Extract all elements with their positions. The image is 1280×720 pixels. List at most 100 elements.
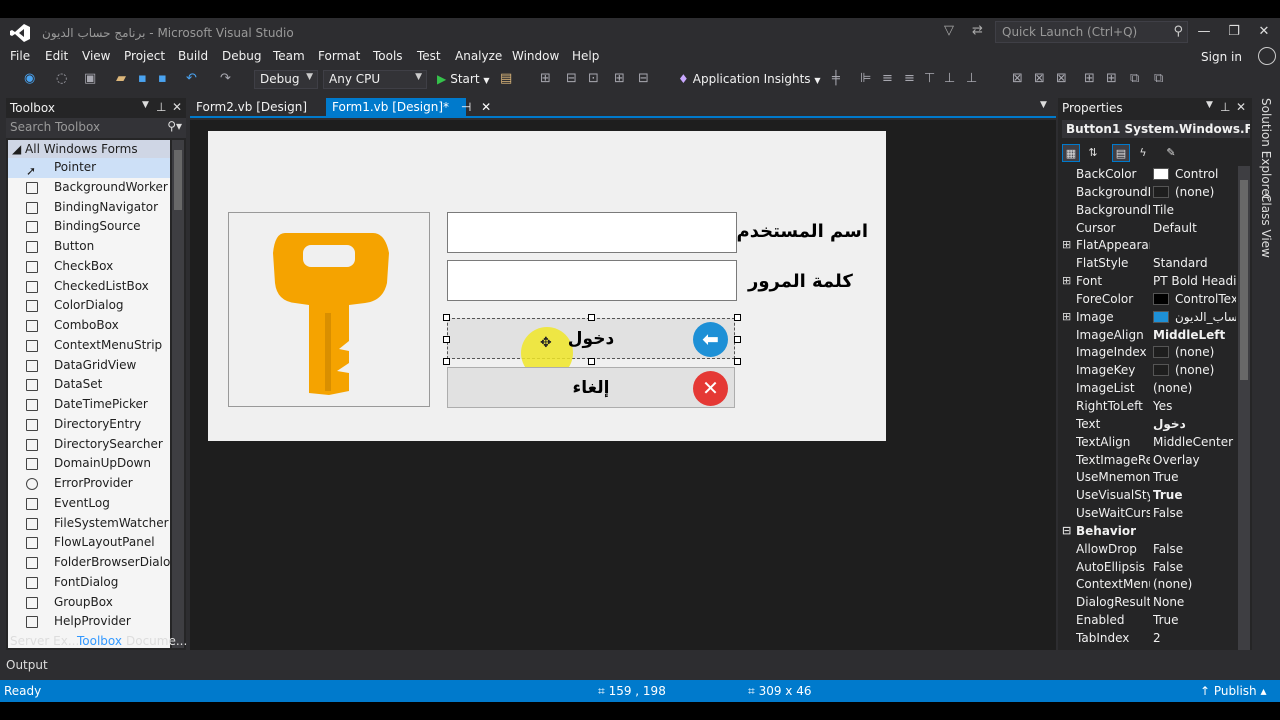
property-value[interactable]: Standard bbox=[1153, 256, 1236, 270]
menu-debug[interactable]: Debug bbox=[222, 49, 261, 63]
property-value[interactable]: Default bbox=[1153, 221, 1236, 235]
property-row[interactable]: BackColor Control bbox=[1060, 166, 1236, 184]
close-icon[interactable]: ✕ bbox=[481, 100, 491, 114]
property-row[interactable]: ImageAlign MiddleLeft bbox=[1060, 327, 1236, 345]
new-project-icon[interactable]: ▣ bbox=[84, 71, 96, 86]
resize-handle[interactable] bbox=[734, 314, 741, 321]
toolbar-icon[interactable]: ⊞ bbox=[614, 71, 625, 86]
pin-icon[interactable]: ⊣ bbox=[461, 100, 471, 114]
property-row[interactable]: UseVisualStyleTrue bbox=[1060, 487, 1236, 505]
property-value[interactable]: Control bbox=[1153, 167, 1236, 181]
navigate-back-icon[interactable]: ◉ bbox=[24, 71, 35, 86]
bring-front-icon[interactable]: ⧉ bbox=[1130, 71, 1139, 86]
scrollbar-thumb[interactable] bbox=[1240, 180, 1248, 380]
property-row[interactable]: ImageKey (none) bbox=[1060, 362, 1236, 380]
expand-icon[interactable]: ⊞ bbox=[1062, 274, 1071, 287]
menu-format[interactable]: Format bbox=[318, 49, 360, 63]
menu-project[interactable]: Project bbox=[124, 49, 165, 63]
property-pages-icon[interactable]: ✎ bbox=[1162, 144, 1180, 162]
menu-team[interactable]: Team bbox=[273, 49, 305, 63]
open-file-icon[interactable]: ▰ bbox=[116, 71, 126, 86]
dropdown-icon[interactable]: ▼ bbox=[142, 100, 149, 110]
spacing-icon[interactable]: ⊞ bbox=[1084, 71, 1095, 86]
property-row[interactable]: TabIndex 2 bbox=[1060, 630, 1236, 648]
property-value[interactable]: True bbox=[1153, 613, 1236, 627]
toolbox-item[interactable]: EventLog bbox=[8, 494, 170, 514]
tab-toolbox[interactable]: Toolbox bbox=[77, 634, 122, 648]
close-icon[interactable]: ✕ bbox=[1236, 100, 1246, 114]
property-value[interactable]: PT Bold Heading bbox=[1153, 274, 1236, 288]
property-row[interactable]: ⊞ Image حساب_الديون bbox=[1060, 309, 1236, 327]
toolbox-item[interactable]: FontDialog bbox=[8, 573, 170, 593]
align-left-icon[interactable]: ⊫ bbox=[860, 71, 871, 86]
tab-form2-design[interactable]: Form2.vb [Design] bbox=[190, 98, 324, 116]
toolbox-item[interactable]: DateTimePicker bbox=[8, 395, 170, 415]
pin-icon[interactable]: ⊥ bbox=[1220, 100, 1230, 114]
toolbox-item[interactable]: FileSystemWatcher bbox=[8, 514, 170, 534]
toolbox-item[interactable]: GroupBox bbox=[8, 593, 170, 613]
align-top-icon[interactable]: ⊤ bbox=[924, 71, 935, 86]
property-row[interactable]: FlatStyle Standard bbox=[1060, 255, 1236, 273]
toolbox-item[interactable]: CheckedListBox bbox=[8, 277, 170, 297]
size-icon[interactable]: ⊠ bbox=[1034, 71, 1045, 86]
menu-help[interactable]: Help bbox=[572, 49, 599, 63]
menu-analyze[interactable]: Analyze bbox=[455, 49, 502, 63]
property-row[interactable]: Text دخول bbox=[1060, 416, 1236, 434]
property-row[interactable]: RightToLeft Yes bbox=[1060, 398, 1236, 416]
property-row[interactable]: UseWaitCursorFalse bbox=[1060, 505, 1236, 523]
tab-document-outline[interactable]: Docume... bbox=[126, 634, 187, 648]
property-value[interactable]: True bbox=[1153, 488, 1236, 502]
toolbox-item[interactable]: DirectoryEntry bbox=[8, 415, 170, 435]
property-row[interactable]: Enabled True bbox=[1060, 612, 1236, 630]
save-icon[interactable]: ▪ bbox=[138, 71, 147, 86]
collapse-icon[interactable]: ⊟ bbox=[1062, 524, 1071, 537]
alphabetical-icon[interactable]: ⇅ bbox=[1084, 144, 1102, 162]
toolbox-item[interactable]: BindingSource bbox=[8, 217, 170, 237]
toolbar-icon[interactable]: ⊟ bbox=[638, 71, 649, 86]
find-in-files-icon[interactable]: ▤ bbox=[500, 71, 512, 86]
property-row[interactable]: DialogResult None bbox=[1060, 594, 1236, 612]
filter-icon[interactable]: ▽ bbox=[944, 23, 954, 38]
property-value[interactable]: True bbox=[1153, 470, 1236, 484]
password-textbox[interactable] bbox=[447, 260, 737, 301]
toolbox-item[interactable]: DirectorySearcher bbox=[8, 435, 170, 455]
toolbox-item[interactable]: BackgroundWorker bbox=[8, 178, 170, 198]
expand-icon[interactable]: ⊞ bbox=[1062, 310, 1071, 323]
align-middle-icon[interactable]: ⊥ bbox=[944, 71, 955, 86]
property-value[interactable]: ControlText bbox=[1153, 292, 1236, 306]
menu-file[interactable]: File bbox=[10, 49, 30, 63]
solution-platform-select[interactable]: Any CPU ▼ bbox=[323, 70, 427, 89]
toolbar-icon[interactable]: ⊟ bbox=[566, 71, 577, 86]
property-value[interactable]: Overlay bbox=[1153, 453, 1236, 467]
align-right-icon[interactable]: ≡ bbox=[904, 71, 915, 86]
property-value[interactable]: 2 bbox=[1153, 631, 1236, 645]
properties-scrollbar[interactable] bbox=[1238, 166, 1250, 650]
property-row[interactable]: BackgroundIm (none) bbox=[1060, 184, 1236, 202]
size-icon[interactable]: ⊠ bbox=[1056, 71, 1067, 86]
save-all-icon[interactable]: ▪ bbox=[158, 71, 167, 86]
start-debugging-button[interactable]: ▶ Start ▼ bbox=[437, 72, 490, 86]
login-button[interactable]: ✥ دخول ⬅ bbox=[447, 318, 735, 379]
toolbox-item-pointer[interactable]: ➚ Pointer bbox=[8, 158, 170, 178]
property-value[interactable]: دخول bbox=[1153, 417, 1236, 431]
application-insights-button[interactable]: ♦ Application Insights ▼ bbox=[678, 72, 821, 86]
property-value[interactable]: (none) bbox=[1153, 381, 1236, 395]
menu-test[interactable]: Test bbox=[417, 49, 441, 63]
toolbox-item[interactable]: ErrorProvider bbox=[8, 474, 170, 494]
resize-handle[interactable] bbox=[588, 314, 595, 321]
toolbar-icon[interactable]: ⊡ bbox=[588, 71, 599, 86]
menu-tools[interactable]: Tools bbox=[373, 49, 403, 63]
spacing-icon[interactable]: ⊞ bbox=[1106, 71, 1117, 86]
send-back-icon[interactable]: ⧉ bbox=[1154, 71, 1163, 86]
properties-icon[interactable]: ▤ bbox=[1112, 144, 1130, 162]
toolbox-item[interactable]: HelpProvider bbox=[8, 612, 170, 632]
quick-launch-input[interactable]: Quick Launch (Ctrl+Q) ⚲ bbox=[995, 21, 1188, 43]
property-row[interactable]: TextImageRelaOverlay bbox=[1060, 452, 1236, 470]
property-row[interactable]: ⊞ FlatAppearanc bbox=[1060, 237, 1236, 255]
username-textbox[interactable] bbox=[447, 212, 737, 253]
tab-solution-explorer[interactable]: Solution Explorer bbox=[1259, 98, 1273, 201]
resize-handle[interactable] bbox=[443, 358, 450, 365]
properties-object-select[interactable]: Button1 System.Windows.Forms.B bbox=[1062, 120, 1250, 138]
feedback-icon[interactable]: ⇄ bbox=[972, 23, 983, 38]
scrollbar-thumb[interactable] bbox=[174, 150, 182, 210]
